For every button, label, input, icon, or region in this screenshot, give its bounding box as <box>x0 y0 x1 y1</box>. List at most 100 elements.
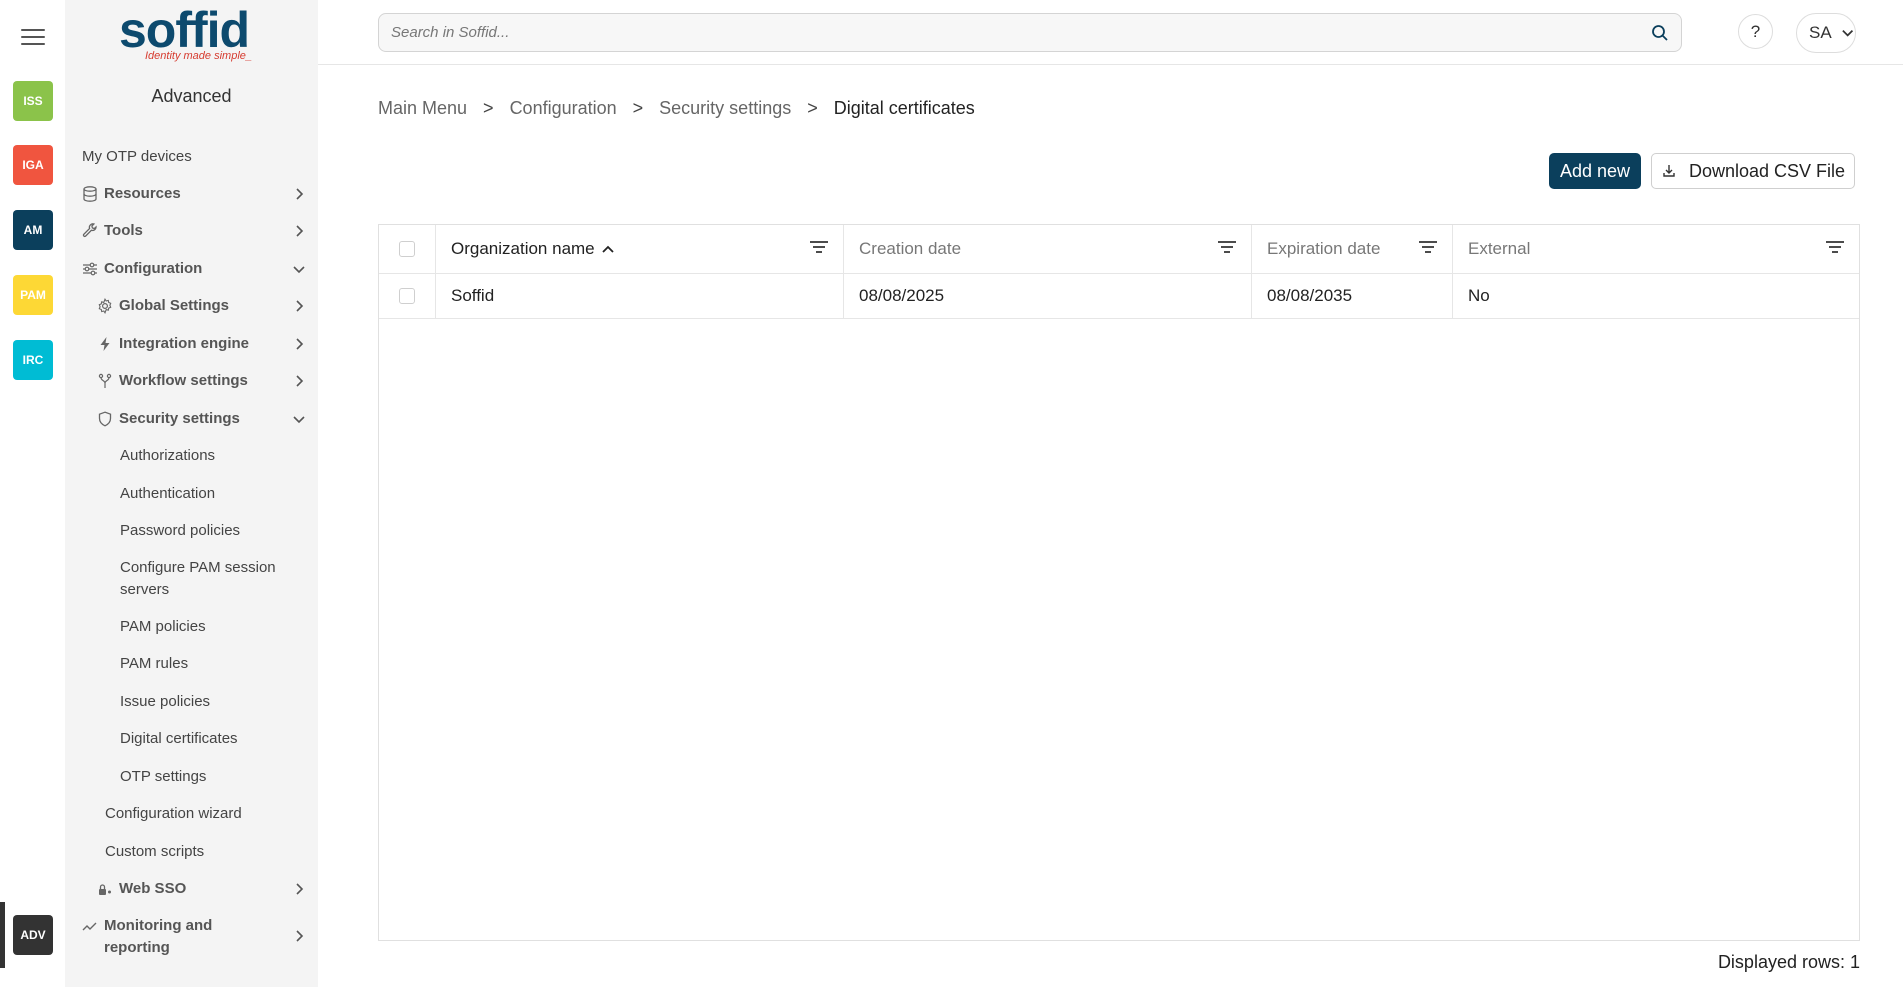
shield-icon <box>97 411 113 427</box>
app-tile-iga[interactable]: IGA <box>13 145 53 185</box>
app-tile-adv[interactable]: ADV <box>13 915 53 955</box>
sidebar-item-label: Monitoring and reporting <box>104 917 213 956</box>
filter-icon[interactable] <box>809 239 829 257</box>
chevron-right-icon <box>296 225 304 237</box>
sidebar-title: Advanced <box>151 86 232 106</box>
sidebar-item-pam-policies[interactable]: PAM policies <box>65 616 318 638</box>
wrench-icon <box>82 223 98 239</box>
chevron-right-icon <box>296 883 304 895</box>
sidebar-item-label: OTP settings <box>120 768 207 785</box>
sidebar-item-otp-settings[interactable]: OTP settings <box>65 766 318 788</box>
sidebar-item-security-settings[interactable]: Security settings <box>65 408 318 430</box>
chevron-right-icon <box>296 188 304 200</box>
chevron-down-icon <box>293 266 305 274</box>
filter-icon[interactable] <box>1418 239 1438 257</box>
table-row[interactable]: Soffid 08/08/2025 08/08/2035 No <box>379 274 1859 319</box>
chevron-down-icon <box>293 416 305 424</box>
branch-icon <box>97 373 113 389</box>
sidebar-item-label: Tools <box>104 222 143 239</box>
sidebar-item-configure-pam-session-servers[interactable]: Configure PAM session servers <box>65 557 295 601</box>
sidebar-item-label: Issue policies <box>120 693 211 710</box>
app-rail: ISS IGA AM PAM IRC ADV <box>0 0 65 987</box>
sidebar-item-label: Security settings <box>119 410 240 427</box>
column-header-external[interactable]: External <box>1453 225 1859 273</box>
sidebar-item-configuration-wizard[interactable]: Configuration wizard <box>65 803 318 825</box>
breadcrumb-digital-certificates: Digital certificates <box>833 98 975 118</box>
chevron-right-icon <box>296 300 304 312</box>
sidebar-item-label: Configure PAM session servers <box>120 559 276 598</box>
select-all-checkbox[interactable] <box>399 241 415 257</box>
sidebar-item-label: Configuration wizard <box>105 805 242 822</box>
breadcrumb-separator: > <box>632 98 644 118</box>
breadcrumb-separator: > <box>807 98 818 118</box>
hamburger-menu-icon[interactable] <box>21 26 45 46</box>
search-box <box>378 13 1682 52</box>
search-input[interactable] <box>391 14 1631 51</box>
chevron-right-icon <box>296 375 304 387</box>
sidebar-item-label: Password policies <box>120 522 241 539</box>
sidebar-item-label: PAM rules <box>120 655 189 672</box>
table-header-row: Organization name Creation date Expirati… <box>379 225 1859 274</box>
sidebar-item-pam-rules[interactable]: PAM rules <box>65 653 318 675</box>
sidebar-item-custom-scripts[interactable]: Custom scripts <box>65 841 318 863</box>
sidebar-item-global-settings[interactable]: Global Settings <box>65 295 318 317</box>
sidebar-item-digital-certificates[interactable]: Digital certificates <box>65 728 318 750</box>
column-header-creation-date[interactable]: Creation date <box>844 225 1252 273</box>
sidebar-item-workflow-settings[interactable]: Workflow settings <box>65 370 318 392</box>
soffid-logo[interactable]: soffid Identity made simple_ <box>119 4 269 66</box>
user-menu-button[interactable]: SA <box>1796 13 1856 53</box>
active-app-indicator <box>0 902 5 968</box>
filter-icon[interactable] <box>1825 239 1845 257</box>
sidebar-item-label: Workflow settings <box>119 372 248 389</box>
top-bar: ? SA <box>318 0 1903 65</box>
app-tile-irc[interactable]: IRC <box>13 340 53 380</box>
download-csv-button[interactable]: Download CSV File <box>1651 153 1855 189</box>
cell-creation-date: 08/08/2025 <box>844 274 1252 318</box>
sidebar-item-password-policies[interactable]: Password policies <box>65 520 318 542</box>
sidebar-item-label: Web SSO <box>119 880 187 897</box>
logo-tagline: Identity made simple_ <box>145 50 252 62</box>
sidebar-item-label: Digital certificates <box>120 730 238 747</box>
logo-word: soffid <box>119 2 250 58</box>
sidebar-item-integration-engine[interactable]: Integration engine <box>65 333 318 355</box>
filter-icon[interactable] <box>1217 239 1237 257</box>
breadcrumb-main-menu[interactable]: Main Menu <box>378 98 467 119</box>
column-label: Creation date <box>859 239 962 258</box>
column-label: Expiration date <box>1267 239 1381 258</box>
row-checkbox[interactable] <box>399 288 415 304</box>
download-csv-label: Download CSV File <box>1688 160 1846 181</box>
app-tile-iss[interactable]: ISS <box>13 81 53 121</box>
sidebar-item-issue-policies[interactable]: Issue policies <box>65 691 318 713</box>
lock-key-icon <box>97 881 113 897</box>
sidebar-item-label: PAM policies <box>120 618 206 635</box>
gear-icon <box>97 298 113 314</box>
chevron-down-icon <box>1841 29 1853 37</box>
chevron-right-icon <box>296 930 304 942</box>
bolt-icon <box>97 336 113 352</box>
search-icon[interactable] <box>1651 24 1669 42</box>
sidebar-item-resources[interactable]: Resources <box>65 183 318 205</box>
sidebar-item-label: My OTP devices <box>82 148 192 165</box>
breadcrumb-configuration[interactable]: Configuration <box>510 98 617 119</box>
cell-external: No <box>1468 286 1490 305</box>
breadcrumb-security-settings[interactable]: Security settings <box>659 98 791 119</box>
sidebar-item-my-otp-devices[interactable]: My OTP devices <box>65 146 318 168</box>
column-header-organization-name[interactable]: Organization name <box>436 225 844 273</box>
column-header-expiration-date[interactable]: Expiration date <box>1252 225 1453 273</box>
breadcrumb-separator: > <box>483 98 494 118</box>
sidebar-item-label: Integration engine <box>119 335 250 352</box>
user-initials: SA <box>1809 23 1832 42</box>
app-tile-pam[interactable]: PAM <box>13 275 53 315</box>
help-button[interactable]: ? <box>1738 14 1773 49</box>
sidebar-item-monitoring-and-reporting[interactable]: Monitoring and reporting <box>65 915 318 959</box>
column-label: Organization name <box>451 239 595 258</box>
sidebar-item-authorizations[interactable]: Authorizations <box>65 445 318 467</box>
sidebar-item-authentication[interactable]: Authentication <box>65 483 318 505</box>
add-new-button[interactable]: Add new <box>1549 153 1641 189</box>
sort-ascending-icon[interactable] <box>601 242 615 256</box>
sidebar-item-tools[interactable]: Tools <box>65 220 318 242</box>
app-tile-am[interactable]: AM <box>13 210 53 250</box>
sidebar-item-configuration[interactable]: Configuration <box>65 258 318 280</box>
sidebar-item-web-sso[interactable]: Web SSO <box>65 878 318 900</box>
breadcrumb: Main Menu > Configuration > Security set… <box>378 98 975 119</box>
